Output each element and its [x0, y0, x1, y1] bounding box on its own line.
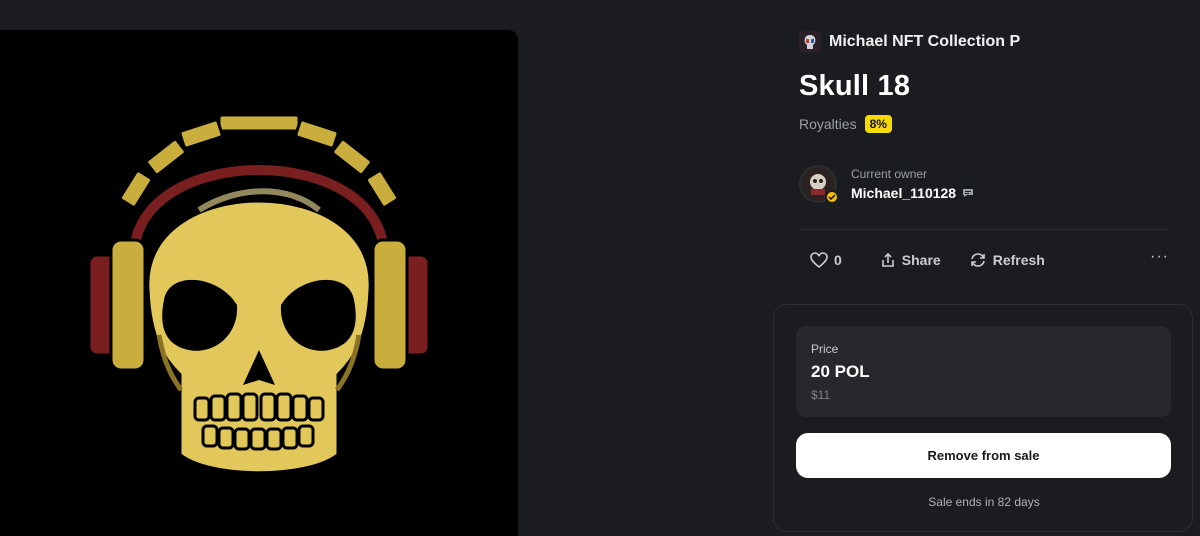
item-title: Skull 18: [799, 70, 911, 102]
sale-card: Price 20 POL $11 Remove from sale Sale e…: [773, 304, 1193, 532]
nft-item-page: Michael NFT Collection P Skull 18 Royalt…: [0, 0, 1200, 536]
royalties-badge: 8%: [864, 115, 892, 133]
collection-link[interactable]: Michael NFT Collection P: [799, 30, 1169, 54]
message-icon[interactable]: [962, 188, 974, 198]
refresh-icon: [970, 253, 985, 267]
price-usd: $11: [811, 388, 831, 402]
price-label: Price: [811, 342, 839, 356]
owner-label: Current owner: [851, 167, 928, 181]
owner-avatar[interactable]: [799, 165, 839, 204]
collection-name[interactable]: Michael NFT Collection P: [829, 33, 1020, 51]
heart-icon: [810, 252, 828, 268]
more-icon[interactable]: ···: [1150, 248, 1169, 266]
divider: [799, 229, 1169, 230]
royalties-label: Royalties: [799, 116, 857, 132]
owner-name-row: Michael_110128: [851, 185, 974, 201]
share-button[interactable]: Share: [880, 252, 941, 268]
verified-icon: [825, 190, 839, 204]
share-icon: [881, 252, 894, 267]
item-actions: 0 Share Refresh ···: [799, 248, 1169, 272]
share-label: Share: [901, 252, 941, 268]
like-count: 0: [834, 252, 842, 268]
item-info: Michael NFT Collection P Skull 18 Royalt…: [799, 30, 1169, 272]
remove-from-sale-button[interactable]: Remove from sale: [796, 433, 1171, 478]
sale-ends-text: Sale ends in 82 days: [928, 495, 1040, 509]
royalties-row: Royalties 8%: [799, 115, 1169, 133]
refresh-button[interactable]: Refresh: [969, 252, 1045, 268]
price-box: Price 20 POL $11: [796, 326, 1171, 417]
owner-text: Current owner Michael_110128: [851, 167, 974, 201]
price-value: 20 POL: [811, 362, 870, 381]
skull-artwork-image: [87, 113, 431, 477]
owner-row: Current owner Michael_110128: [799, 165, 1169, 204]
refresh-label: Refresh: [992, 252, 1045, 268]
nft-artwork[interactable]: [0, 30, 518, 536]
like-button[interactable]: 0: [810, 252, 842, 268]
collection-avatar-icon: [799, 31, 821, 53]
owner-name[interactable]: Michael_110128: [851, 185, 956, 201]
